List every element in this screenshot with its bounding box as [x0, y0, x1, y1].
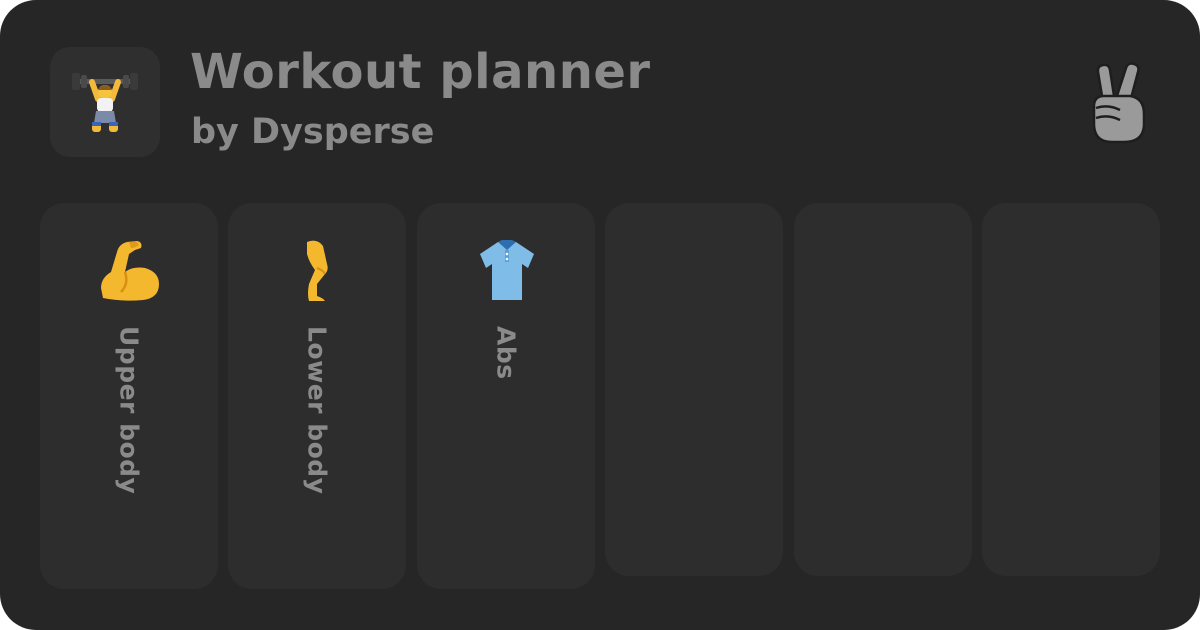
column-empty[interactable]: [605, 203, 783, 576]
column-lower-body[interactable]: Lower body: [228, 203, 406, 589]
weightlifter-icon: [72, 73, 138, 132]
page-title: Workout planner: [190, 44, 651, 100]
column-label: Upper body: [114, 326, 144, 495]
flexed-biceps-icon: [101, 241, 159, 301]
leg-icon: [307, 240, 328, 301]
column-label: Abs: [491, 326, 521, 380]
author-byline: by Dysperse: [191, 112, 435, 152]
column-empty[interactable]: [982, 203, 1160, 576]
column-abs[interactable]: Abs: [417, 203, 595, 589]
template-card: Workout planner by Dysperse Upper body L: [0, 0, 1200, 630]
polo-shirt-icon: [480, 240, 534, 300]
peace-hand-icon: [1092, 62, 1146, 144]
column-empty[interactable]: [794, 203, 972, 576]
app-logo: [50, 47, 160, 157]
column-upper-body[interactable]: Upper body: [40, 203, 218, 589]
category-columns: Upper body Lower body Abs: [40, 203, 1160, 589]
column-label: Lower body: [302, 326, 332, 495]
